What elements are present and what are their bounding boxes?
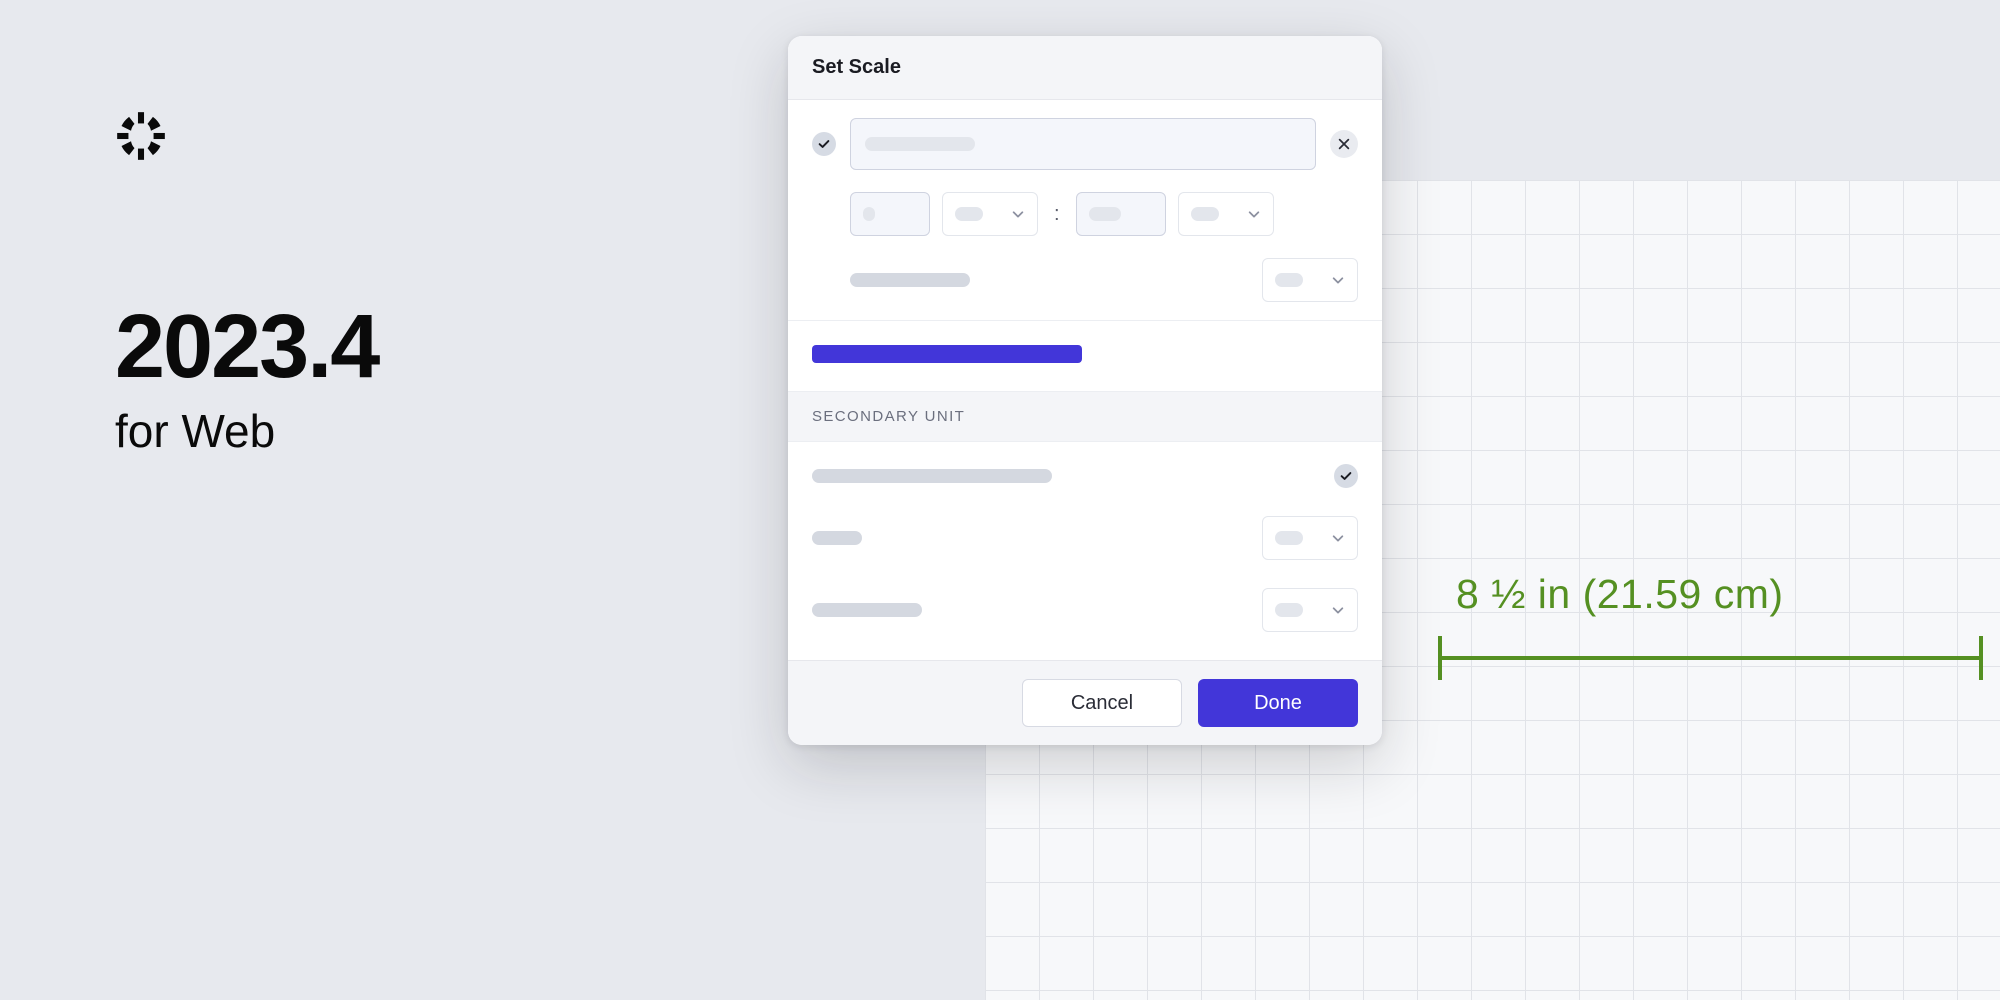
chevron-down-icon xyxy=(1331,531,1345,545)
chevron-down-icon xyxy=(1331,603,1345,617)
measurement-bar xyxy=(1438,636,1983,680)
clear-scale-button[interactable] xyxy=(1330,130,1358,158)
measurement-callout: 8 ½ in (21.59 cm) xyxy=(1438,571,1983,680)
precision-select[interactable] xyxy=(1262,258,1358,302)
chevron-down-icon xyxy=(1247,207,1261,221)
ratio-separator: : xyxy=(1050,203,1064,226)
ratio-right-value-input[interactable] xyxy=(1076,192,1166,236)
secondary-unit-heading: SECONDARY UNIT xyxy=(788,391,1382,442)
secondary-unit-check-icon[interactable] xyxy=(1334,464,1358,488)
promo-block: 2023.4 for Web xyxy=(115,110,378,458)
ratio-right-unit-select[interactable] xyxy=(1178,192,1274,236)
done-button[interactable]: Done xyxy=(1198,679,1358,727)
set-scale-dialog: Set Scale xyxy=(788,36,1382,745)
measurement-label: 8 ½ in (21.59 cm) xyxy=(1438,571,1983,618)
add-scale-link[interactable] xyxy=(812,345,1082,363)
ratio-left-unit-select[interactable] xyxy=(942,192,1038,236)
secondary-unit-toggle-label xyxy=(812,469,1052,483)
product-logo-icon xyxy=(115,110,167,162)
scale-name-input[interactable] xyxy=(850,118,1316,170)
version-number: 2023.4 xyxy=(115,302,378,392)
secondary-precision-select[interactable] xyxy=(1262,588,1358,632)
chevron-down-icon xyxy=(1331,273,1345,287)
version-subtitle: for Web xyxy=(115,404,378,458)
cancel-button[interactable]: Cancel xyxy=(1022,679,1182,727)
scale-enabled-check-icon[interactable] xyxy=(812,132,836,156)
dialog-title: Set Scale xyxy=(788,36,1382,100)
secondary-unit-label-1 xyxy=(812,531,862,545)
chevron-down-icon xyxy=(1011,207,1025,221)
secondary-unit-select[interactable] xyxy=(1262,516,1358,560)
ratio-left-value-input[interactable] xyxy=(850,192,930,236)
secondary-precision-label xyxy=(812,603,922,617)
